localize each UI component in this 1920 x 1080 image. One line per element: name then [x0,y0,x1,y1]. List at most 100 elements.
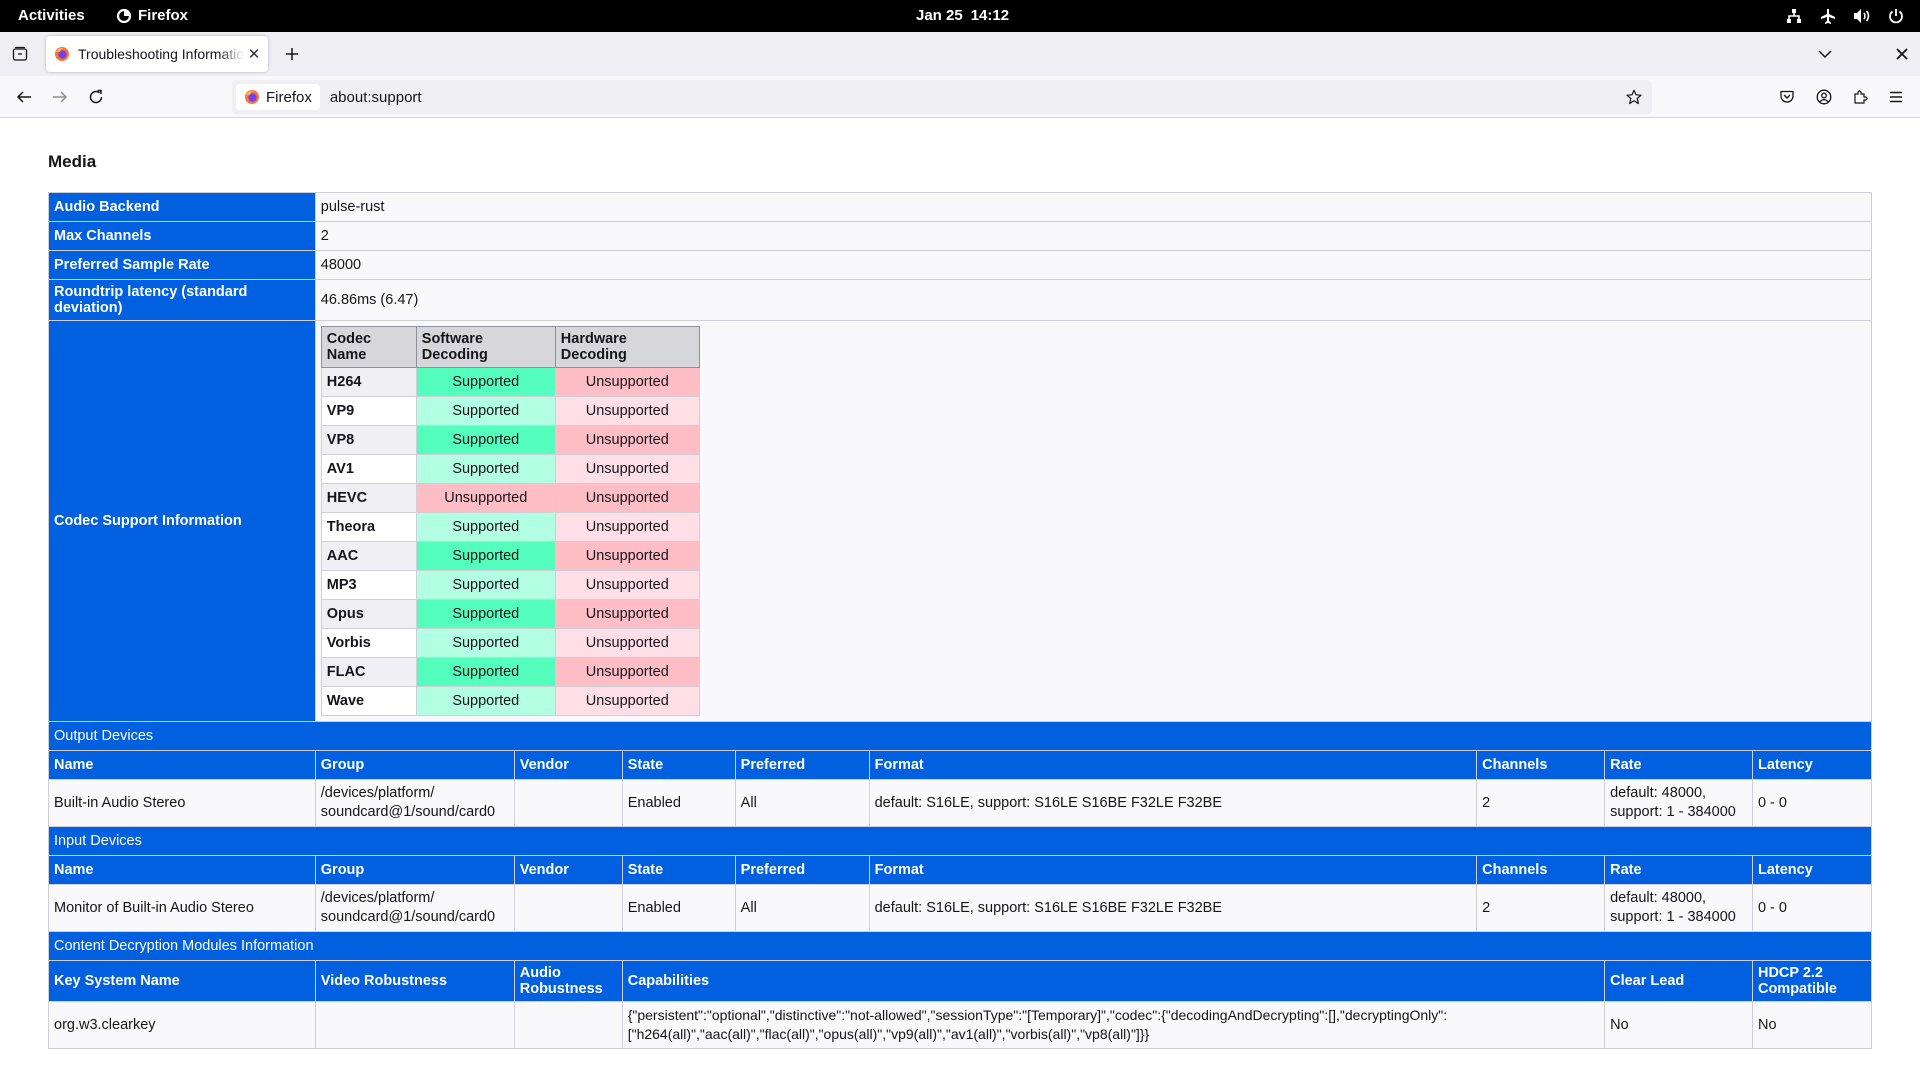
hardware-decoding: Unsupported [554,396,700,426]
section-title-media: Media [48,152,97,171]
url-text[interactable]: about:support [330,89,422,106]
navigation-toolbar: Firefox about:support [0,76,1920,118]
device-vendor [513,884,623,932]
app-menu[interactable]: Firefox [117,7,188,24]
device-group-line: /devices/platform/ [320,785,435,801]
system-tray[interactable] [1784,5,1906,27]
address-bar[interactable]: Firefox about:support [232,80,1652,114]
tab-title: Troubleshooting Information [78,46,244,62]
codec-table: Codec Name Software Decoding Hardware De… [320,326,700,716]
row-value: pulse-rust [314,192,1873,222]
reload-icon[interactable] [84,85,108,109]
column-header: Rate [1604,855,1753,885]
tab-troubleshooting[interactable]: Troubleshooting Information ✕ [46,36,268,72]
input-devices-header-row: Input Devices [48,826,1872,856]
input-device-row: Monitor of Built-in Audio Stereo /device… [48,884,1873,932]
software-decoding: Supported [415,396,556,426]
device-latency: 0 - 0 [1751,884,1873,932]
software-decoding: Supported [415,686,556,716]
window-close-icon[interactable] [1890,42,1914,66]
software-decoding: Supported [415,367,556,397]
media-table: Audio Backend pulse-rust Max Channels 2 … [48,192,1873,1049]
device-rate-line: default: 48000, [1610,890,1707,906]
close-icon[interactable]: ✕ [244,44,264,64]
device-latency: 0 - 0 [1751,779,1873,827]
tabs-list-icon[interactable] [8,42,32,66]
column-header: Group [314,855,515,885]
codec-name: AV1 [320,454,417,484]
activities-button[interactable]: Activities [18,7,85,24]
identity-label: Firefox [266,88,312,106]
codec-name: VP9 [320,396,417,426]
codec-row: AV1 Supported Unsupported [320,454,700,484]
row-key: Codec Support Information [48,320,316,722]
hardware-decoding: Unsupported [554,599,700,629]
network-icon [1784,5,1804,27]
row-key: Roundtrip latency (standard deviation) [48,279,316,321]
max-channels-row: Max Channels 2 [48,221,1873,251]
clock[interactable]: Jan 25 14:12 [916,7,1009,24]
device-rate: default: 48000, support: 1 - 384000 [1604,779,1753,827]
codec-row: MP3 Supported Unsupported [320,570,700,600]
video-robustness [314,1001,515,1049]
audio-robustness [513,1001,623,1049]
codec-name: MP3 [320,570,417,600]
codec-name: Opus [320,599,417,629]
column-header: Channels [1476,855,1606,885]
codec-row: FLAC Supported Unsupported [320,657,700,687]
device-name: Built-in Audio Stereo [48,779,316,827]
column-header: Rate [1604,750,1753,780]
account-icon[interactable] [1812,85,1836,109]
codec-header: Software Decoding [415,326,556,368]
pocket-icon[interactable] [1775,85,1799,109]
back-arrow-icon[interactable] [12,85,36,109]
power-icon [1886,5,1906,27]
sample-rate-row: Preferred Sample Rate 48000 [48,250,1873,280]
column-header: Vendor [513,855,623,885]
device-group-line: soundcard@1/sound/card0 [320,909,496,925]
column-header: Preferred [734,750,870,780]
device-state: Enabled [621,779,736,827]
hardware-decoding: Unsupported [554,570,700,600]
codec-row: VP9 Supported Unsupported [320,396,700,426]
cdm-row: org.w3.clearkey {"persistent":"optional"… [48,1001,1873,1049]
hardware-decoding: Unsupported [554,541,700,571]
forward-arrow-icon[interactable] [48,85,72,109]
input-devices-title: Input Devices [48,826,1872,856]
column-header: Audio Robustness [513,960,623,1002]
device-rate-line: default: 48000, [1610,785,1707,801]
device-state: Enabled [621,884,736,932]
plus-icon[interactable] [280,42,304,66]
codec-row: HEVC Unsupported Unsupported [320,483,700,513]
page-content: Media Audio Backend pulse-rust Max Chann… [0,118,1920,1080]
software-decoding: Supported [415,570,556,600]
column-header: Format [868,750,1478,780]
software-decoding: Unsupported [415,483,556,513]
hamburger-menu-icon[interactable] [1884,85,1908,109]
column-header: Vendor [513,750,623,780]
identity-box[interactable]: Firefox [236,84,320,110]
column-header: Capabilities [621,960,1606,1002]
cdm-title: Content Decryption Modules Information [48,931,1872,961]
row-key: Max Channels [48,221,316,251]
column-header: Latency [1751,750,1873,780]
device-group-line: /devices/platform/ [320,890,435,906]
column-header: Clear Lead [1604,960,1753,1002]
firefox-logo-icon [55,47,69,61]
star-icon[interactable] [1624,87,1644,107]
codec-name: Vorbis [320,628,417,658]
airplane-icon [1818,5,1838,27]
extensions-icon[interactable] [1848,85,1872,109]
chevron-down-icon[interactable] [1813,42,1837,66]
software-decoding: Supported [415,657,556,687]
date-label: Jan 25 [916,7,963,24]
codec-name: VP8 [320,425,417,455]
software-decoding: Supported [415,425,556,455]
hardware-decoding: Unsupported [554,454,700,484]
codec-name: FLAC [320,657,417,687]
column-header: Group [314,750,515,780]
device-vendor [513,779,623,827]
codec-name: H264 [320,367,417,397]
device-channels: 2 [1476,884,1606,932]
app-name: Firefox [138,7,189,24]
